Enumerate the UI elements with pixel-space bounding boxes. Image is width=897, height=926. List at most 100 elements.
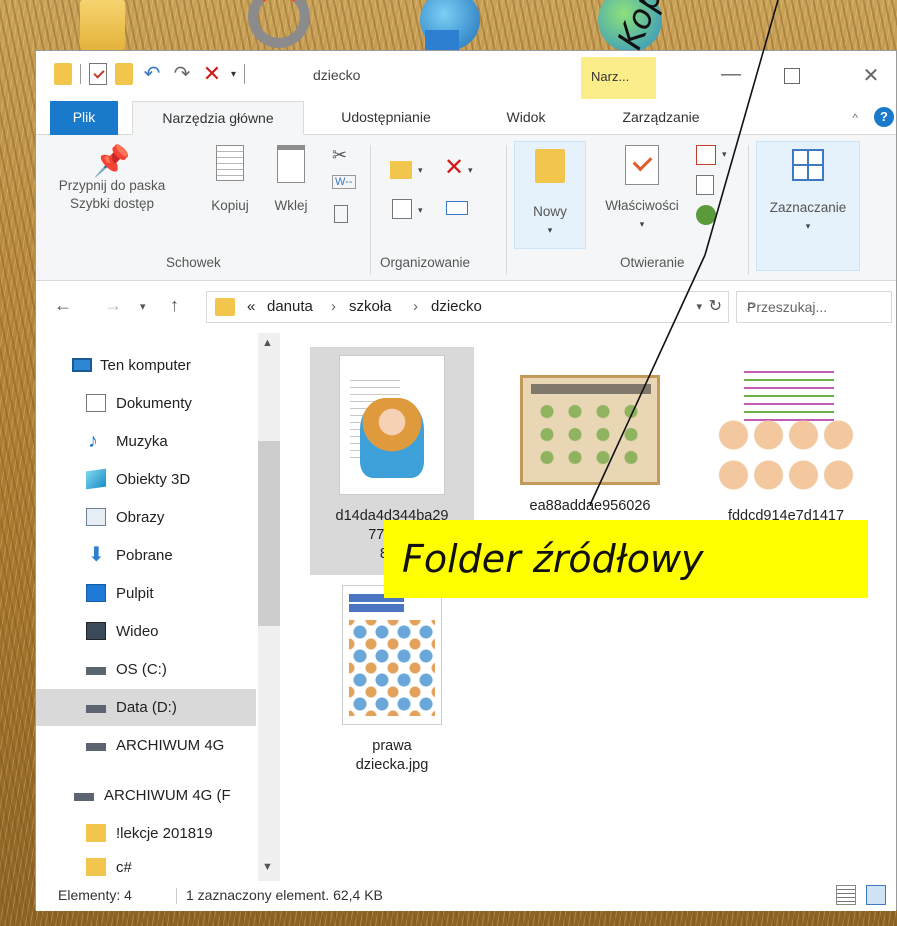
move-to-dropdown-icon[interactable]: ▾ <box>418 165 423 176</box>
delete-qat-icon[interactable]: ✕ <box>201 63 223 85</box>
open-icon[interactable] <box>696 145 716 165</box>
back-arrow-icon[interactable]: ← <box>54 295 72 316</box>
group-separator <box>748 145 749 275</box>
redo-icon[interactable]: ↷ <box>171 63 193 85</box>
group-open-label: Otwieranie <box>620 255 685 270</box>
cut-icon[interactable]: ✂ <box>332 145 347 166</box>
properties-label: Właściwości <box>605 198 679 213</box>
paste-shortcut-icon[interactable] <box>334 205 348 223</box>
pin-label-line2: Szybki dostęp <box>69 196 155 211</box>
forward-arrow-icon[interactable]: → <box>104 295 122 316</box>
nav-item-archiwum[interactable]: ARCHIWUM 4G <box>36 727 256 764</box>
delete-dropdown-icon[interactable]: ▾ <box>468 165 473 176</box>
desktop-folder-icon[interactable] <box>80 0 125 50</box>
search-box[interactable]: Przeszukaj... ⌕ <box>736 291 892 323</box>
address-dropdown-icon[interactable]: ▾ <box>696 300 702 313</box>
thumbnail-illustration <box>360 398 424 478</box>
quick-access-toolbar: ↶ ↷ ✕ ▾ <box>54 63 246 85</box>
recent-locations-icon[interactable]: ▾ <box>140 300 146 313</box>
video-icon <box>86 622 106 640</box>
address-bar[interactable]: « danuta › szkoła › dziecko ▾ ↻ <box>206 291 729 323</box>
large-icons-view-icon[interactable] <box>866 885 886 905</box>
copy-path-icon[interactable]: W-- <box>332 175 356 189</box>
undo-icon[interactable]: ↶ <box>141 63 163 85</box>
nav-scroll-thumb[interactable] <box>258 441 280 626</box>
thumbnail-header <box>531 384 651 394</box>
file-list: d14da4d344ba29 77cd26 801 ea88addae95602… <box>294 333 894 881</box>
help-icon[interactable]: ? <box>874 107 894 127</box>
tab-share[interactable]: Udostępnianie <box>316 101 456 135</box>
nav-item-data-d[interactable]: Data (D:) <box>36 689 256 726</box>
file-thumbnail <box>520 375 660 485</box>
file-thumbnail <box>339 355 445 495</box>
properties-dropdown-icon: ▾ <box>639 219 645 229</box>
desktop-app-icon[interactable] <box>248 0 310 48</box>
nav-item-label: Obrazy <box>116 509 165 526</box>
up-arrow-icon[interactable]: ↑ <box>170 295 179 316</box>
tab-home[interactable]: Narzędzia główne <box>132 101 304 135</box>
nav-item-documents[interactable]: Dokumenty <box>36 385 256 422</box>
edit-icon[interactable] <box>696 175 714 195</box>
status-bar: Elementy: 4 1 zaznaczony element. 62,4 K… <box>36 881 896 911</box>
ribbon-tabs: Plik Narzędzia główne Udostępnianie Wido… <box>36 101 896 135</box>
nav-item-desktop[interactable]: Pulpit <box>36 575 256 612</box>
separator <box>80 64 81 84</box>
collapse-ribbon-icon[interactable]: ^ <box>852 111 858 125</box>
maximize-button[interactable] <box>784 68 800 84</box>
copy-icon <box>216 145 244 181</box>
file-item[interactable]: prawa dziecka.jpg <box>310 577 474 775</box>
paste-button[interactable]: Wklej <box>264 145 318 215</box>
separator <box>176 888 177 904</box>
breadcrumb-separator: › <box>331 298 336 315</box>
select-button[interactable]: Zaznaczanie ▾ <box>758 149 858 235</box>
refresh-icon[interactable]: ↻ <box>709 296 722 316</box>
copy-button[interactable]: Kopiuj <box>202 145 258 215</box>
delete-icon[interactable]: ✕ <box>444 153 464 182</box>
rename-icon[interactable] <box>446 201 468 215</box>
qat-dropdown-icon[interactable]: ▾ <box>231 69 236 80</box>
nav-item-3d-objects[interactable]: Obiekty 3D <box>36 461 256 498</box>
contextual-tools-label: Narz... <box>591 69 630 84</box>
tab-manage[interactable]: Zarządzanie <box>596 101 726 135</box>
properties-button[interactable]: Właściwości ▾ <box>592 145 692 233</box>
scroll-down-icon[interactable]: ▼ <box>262 861 273 873</box>
nav-item-archiwum-f[interactable]: ARCHIWUM 4G (F <box>36 777 256 814</box>
nav-item-video[interactable]: Wideo <box>36 613 256 650</box>
file-item[interactable]: fddcd914e7d1417 <box>704 347 868 526</box>
copy-to-dropdown-icon[interactable]: ▾ <box>418 205 423 216</box>
file-item[interactable]: ea88addae956026 <box>508 347 672 516</box>
file-explorer-window: ↶ ↷ ✕ ▾ dziecko Narz... — ✕ Plik Narzędz… <box>35 50 897 911</box>
pin-quick-access-button[interactable]: 📌 Przypnij do paska Szybki dostęp <box>42 147 182 213</box>
nav-item-downloads[interactable]: ⬇ Pobrane <box>36 537 256 574</box>
open-dropdown-icon[interactable]: ▾ <box>722 149 727 160</box>
nav-item-pictures[interactable]: Obrazy <box>36 499 256 536</box>
nav-item-this-pc[interactable]: Ten komputer <box>36 347 256 384</box>
copy-to-icon[interactable] <box>392 199 412 219</box>
move-to-icon[interactable] <box>390 161 412 179</box>
tab-file[interactable]: Plik <box>50 101 118 135</box>
new-folder-qat-icon[interactable] <box>115 63 133 85</box>
close-button[interactable]: ✕ <box>856 63 886 88</box>
source-folder-annotation: Folder źródłowy <box>384 520 868 598</box>
breadcrumb-dziecko[interactable]: dziecko <box>431 298 482 315</box>
nav-item-music[interactable]: ♪ Muzyka <box>36 423 256 460</box>
new-button[interactable]: Nowy ▾ <box>516 149 584 239</box>
navigation-bar: ← → ▾ ↑ « danuta › szkoła › dziecko ▾ ↻ … <box>36 281 896 333</box>
nav-item-label: !lekcje 201819 <box>116 825 213 842</box>
nav-item-lekcje[interactable]: !lekcje 201819 <box>36 815 256 852</box>
details-view-icon[interactable] <box>836 885 856 905</box>
properties-qat-icon[interactable] <box>89 63 107 85</box>
minimize-button[interactable]: — <box>716 63 746 86</box>
scroll-up-icon[interactable]: ▲ <box>262 337 273 349</box>
tab-view[interactable]: Widok <box>491 101 561 135</box>
nav-item-label: Data (D:) <box>116 699 177 716</box>
breadcrumb-overflow[interactable]: « <box>247 298 255 315</box>
desktop-monitor-icon <box>425 30 459 50</box>
breadcrumb-szkola[interactable]: szkoła <box>349 298 392 315</box>
nav-item-label: Dokumenty <box>116 395 192 412</box>
window-title: dziecko <box>313 67 361 83</box>
history-icon[interactable] <box>696 205 716 225</box>
group-separator <box>370 145 371 275</box>
nav-item-os-c[interactable]: OS (C:) <box>36 651 256 688</box>
breadcrumb-danuta[interactable]: danuta <box>267 298 313 315</box>
